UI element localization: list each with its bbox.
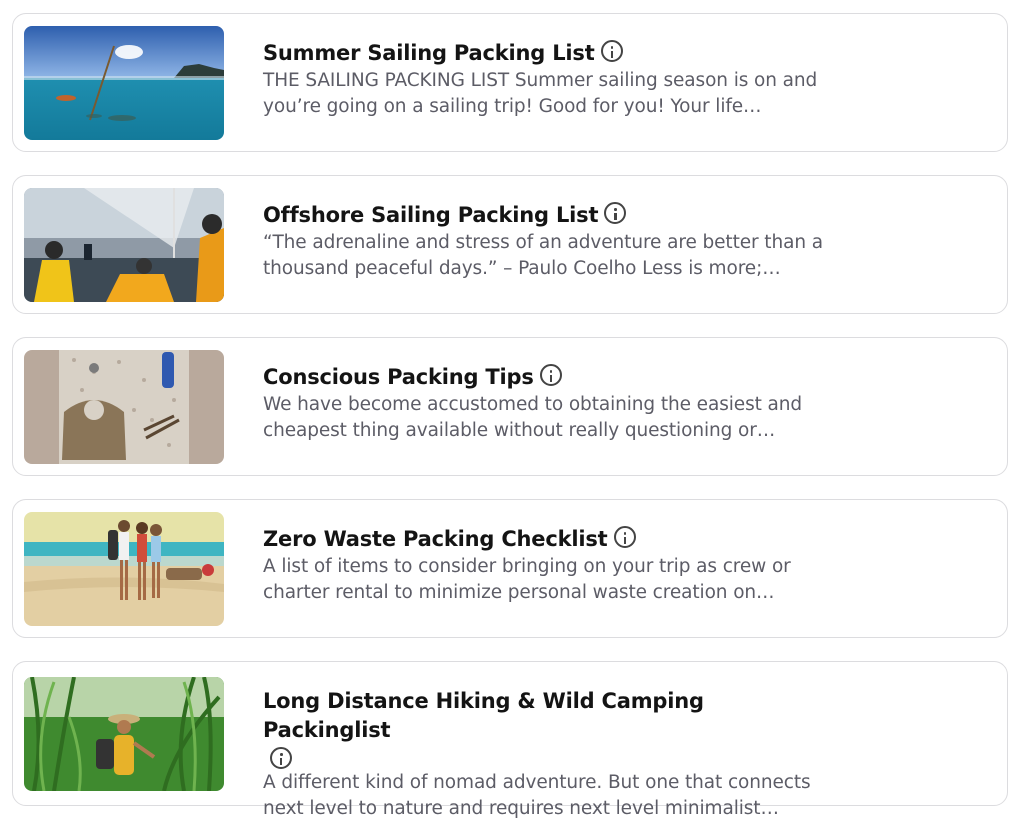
thumbnail-image[interactable] — [24, 677, 224, 791]
thumbnail-image[interactable] — [24, 26, 224, 140]
list-item[interactable]: Offshore Sailing Packing List “The adren… — [12, 175, 1008, 314]
card-title[interactable]: Zero Waste Packing Checklist — [263, 527, 608, 551]
card-title-row: Long Distance Hiking & Wild Camping Pack… — [263, 686, 823, 769]
thumbnail-image[interactable] — [24, 350, 224, 464]
list-item[interactable]: Summer Sailing Packing List THE SAILING … — [12, 13, 1008, 152]
card-content: Conscious Packing Tips We have become ac… — [263, 362, 823, 444]
card-title-row: Offshore Sailing Packing List — [263, 200, 823, 229]
card-title-row: Summer Sailing Packing List — [263, 38, 823, 67]
list-item[interactable]: Zero Waste Packing Checklist A list of i… — [12, 499, 1008, 638]
card-title[interactable]: Offshore Sailing Packing List — [263, 203, 599, 227]
card-description: “The adrenaline and stress of an adventu… — [263, 232, 823, 279]
info-icon[interactable] — [600, 40, 623, 62]
packing-list: Summer Sailing Packing List THE SAILING … — [0, 0, 1024, 826]
card-title-row: Conscious Packing Tips — [263, 362, 823, 391]
info-icon[interactable] — [539, 364, 562, 386]
thumbnail-image[interactable] — [24, 188, 224, 302]
card-description: A list of items to consider bringing on … — [263, 556, 791, 603]
info-icon[interactable] — [604, 202, 627, 224]
thumbnail-image[interactable] — [24, 512, 224, 626]
list-item[interactable]: Long Distance Hiking & Wild Camping Pack… — [12, 661, 1008, 819]
card-description: We have become accustomed to obtaining t… — [263, 394, 803, 441]
info-icon[interactable] — [270, 747, 292, 769]
card-content: Zero Waste Packing Checklist A list of i… — [263, 524, 823, 606]
card-content: Summer Sailing Packing List THE SAILING … — [263, 38, 823, 120]
card-description: THE SAILING PACKING LIST Summer sailing … — [263, 70, 818, 117]
card-title-row: Zero Waste Packing Checklist — [263, 524, 823, 553]
card-title[interactable]: Summer Sailing Packing List — [263, 41, 595, 65]
card-title[interactable]: Conscious Packing Tips — [263, 365, 534, 389]
card-content: Long Distance Hiking & Wild Camping Pack… — [263, 686, 823, 822]
card-title[interactable]: Long Distance Hiking & Wild Camping Pack… — [263, 689, 704, 742]
info-icon[interactable] — [613, 526, 636, 548]
card-description: A different kind of nomad adventure. But… — [263, 772, 811, 819]
card-content: Offshore Sailing Packing List “The adren… — [263, 200, 823, 282]
list-item[interactable]: Conscious Packing Tips We have become ac… — [12, 337, 1008, 476]
